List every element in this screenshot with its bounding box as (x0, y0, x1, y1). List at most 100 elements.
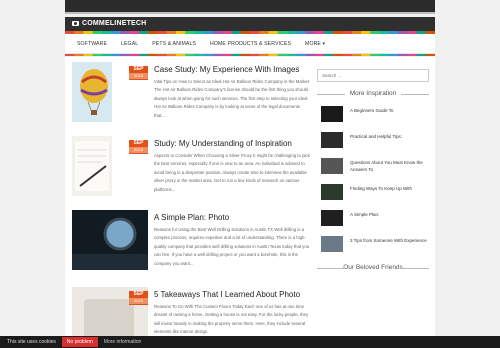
rainbow-segment (65, 54, 75, 56)
rainbow-segment (268, 54, 279, 56)
list-item[interactable]: Finding Ways To Keep Up With (317, 184, 429, 200)
rainbow-segment (176, 54, 186, 56)
post-date-badge: SEP 2023 (129, 140, 148, 154)
nav-item-home-products[interactable]: HOME PRODUCTS & SERVICES (210, 41, 291, 47)
nav-item-software[interactable]: SOFTWARE (77, 41, 107, 47)
rainbow-segment (120, 54, 131, 56)
rainbow-segment (370, 54, 380, 56)
nav-item-more[interactable]: MORE ▾ (305, 41, 325, 47)
post-date-badge: SEP 2023 (129, 291, 148, 305)
main-nav: SOFTWARE LEGAL PETS & ANIMALS HOME PRODU… (65, 34, 435, 54)
list-thumbnail (321, 210, 343, 226)
list-item[interactable]: Practical and Helpful Tips: (317, 132, 429, 148)
inspiration-heading: More Inspiration (317, 88, 429, 100)
rainbow-segment (250, 54, 260, 56)
rainbow-segment (129, 54, 140, 56)
rainbow-segment (259, 54, 269, 56)
cookie-text: This site uses cookies (7, 339, 56, 345)
post-excerpt: Reasons for Using the Best Well Drilling… (154, 227, 310, 266)
content-area: SEP 2023 Case Study: My Experience With … (65, 57, 435, 348)
list-item[interactable]: 3 Tips from Someone With Experience (317, 236, 429, 252)
rainbow-segment (166, 54, 177, 56)
rainbow-segment (342, 54, 353, 56)
camera-icon (72, 21, 79, 26)
rainbow-segment (185, 54, 195, 56)
cookie-accept-button[interactable]: No problem (61, 337, 98, 347)
rainbow-segment (398, 54, 408, 56)
friends-heading: Our Beloved Friends (317, 262, 429, 274)
brand-name: COMMELINETECH (82, 20, 147, 27)
post-date-badge: SEP 2023 (129, 66, 148, 80)
rainbow-segment (83, 54, 94, 56)
rainbow-segment (305, 54, 316, 56)
rainbow-segment (351, 54, 362, 56)
list-item-label: Finding Ways To Keep Up With (350, 186, 413, 191)
rainbow-segment (333, 54, 343, 56)
search-input[interactable] (317, 69, 429, 82)
rainbow-segment (240, 54, 251, 56)
date-year: 2023 (129, 147, 148, 153)
top-strip (65, 12, 435, 14)
rainbow-segment (361, 54, 371, 56)
rainbow-segment (213, 54, 223, 56)
list-thumbnail (321, 184, 343, 200)
list-thumbnail (321, 158, 343, 174)
rainbow-segment (388, 54, 399, 56)
rainbow-segment (407, 54, 417, 56)
post-thumbnail-pen[interactable] (72, 136, 112, 196)
list-thumbnail (321, 132, 343, 148)
list-thumbnail (321, 236, 343, 252)
rainbow-segment (296, 54, 306, 56)
cookie-bar: This site uses cookies No problem More i… (0, 336, 500, 348)
list-item[interactable]: A Simple Plan: (317, 210, 429, 226)
rainbow-segment (314, 54, 325, 56)
post-title[interactable]: A Simple Plan: Photo (154, 213, 229, 222)
rainbow-segment (222, 54, 232, 56)
rainbow-segment (277, 54, 288, 56)
date-month: SEP (133, 140, 144, 146)
post-title[interactable]: Study: My Understanding of Inspiration (154, 139, 292, 148)
brand-bar: COMMELINETECH (65, 17, 435, 31)
inspiration-list: A Beginners Guide To Practical and Helpf… (317, 106, 429, 252)
site-brand[interactable]: COMMELINETECH (72, 20, 146, 27)
rainbow-segment (139, 54, 149, 56)
rainbow-segment (194, 54, 205, 56)
post-excerpt: Vital Tips on How to Select an Ideal Hot… (154, 79, 309, 118)
nav-item-pets-animals[interactable]: PETS & ANIMALS (152, 41, 196, 47)
rainbow-segment (416, 54, 427, 56)
list-item-label: Practical and Helpful Tips: (350, 134, 403, 139)
rainbow-divider-2 (65, 54, 435, 56)
date-month: SEP (133, 291, 144, 297)
rainbow-segment (324, 54, 334, 56)
sidebar: More Inspiration A Beginners Guide To Pr… (317, 64, 429, 274)
list-item[interactable]: A Beginners Guide To (317, 106, 429, 122)
rainbow-segment (287, 54, 297, 56)
post-thumbnail-balloon[interactable] (72, 62, 112, 122)
rainbow-segment (74, 54, 84, 56)
post-excerpt: Reasons To Go With The Custom Floors Tod… (154, 304, 309, 335)
rainbow-segment (425, 54, 435, 56)
rainbow-segment (111, 54, 121, 56)
date-year: 2023 (129, 298, 148, 304)
list-thumbnail (321, 106, 343, 122)
list-item-label: A Simple Plan: (350, 212, 380, 217)
date-year: 2023 (129, 73, 148, 79)
rainbow-segment (379, 54, 390, 56)
post-thumbnail-porthole[interactable] (72, 210, 148, 270)
post-excerpt: Aspects to Consider When Choosing a Silv… (154, 153, 310, 192)
rainbow-segment (148, 54, 158, 56)
post-title[interactable]: 5 Takeaways That I Learned About Photo (154, 290, 300, 299)
cookie-more-link[interactable]: More information (104, 339, 142, 345)
post-title[interactable]: Case Study: My Experience With Images (154, 65, 299, 74)
nav-item-legal[interactable]: LEGAL (121, 41, 138, 47)
rainbow-segment (92, 54, 103, 56)
rainbow-segment (231, 54, 242, 56)
date-month: SEP (133, 66, 144, 72)
rainbow-segment (157, 54, 168, 56)
list-item[interactable]: Questions About You Must Know the Answer… (317, 158, 429, 174)
rainbow-segment (102, 54, 112, 56)
list-item-label: Questions About You Must Know the Answer… (350, 160, 423, 172)
rainbow-segment (203, 54, 214, 56)
top-bar (65, 0, 435, 14)
list-item-label: A Beginners Guide To (350, 108, 394, 113)
